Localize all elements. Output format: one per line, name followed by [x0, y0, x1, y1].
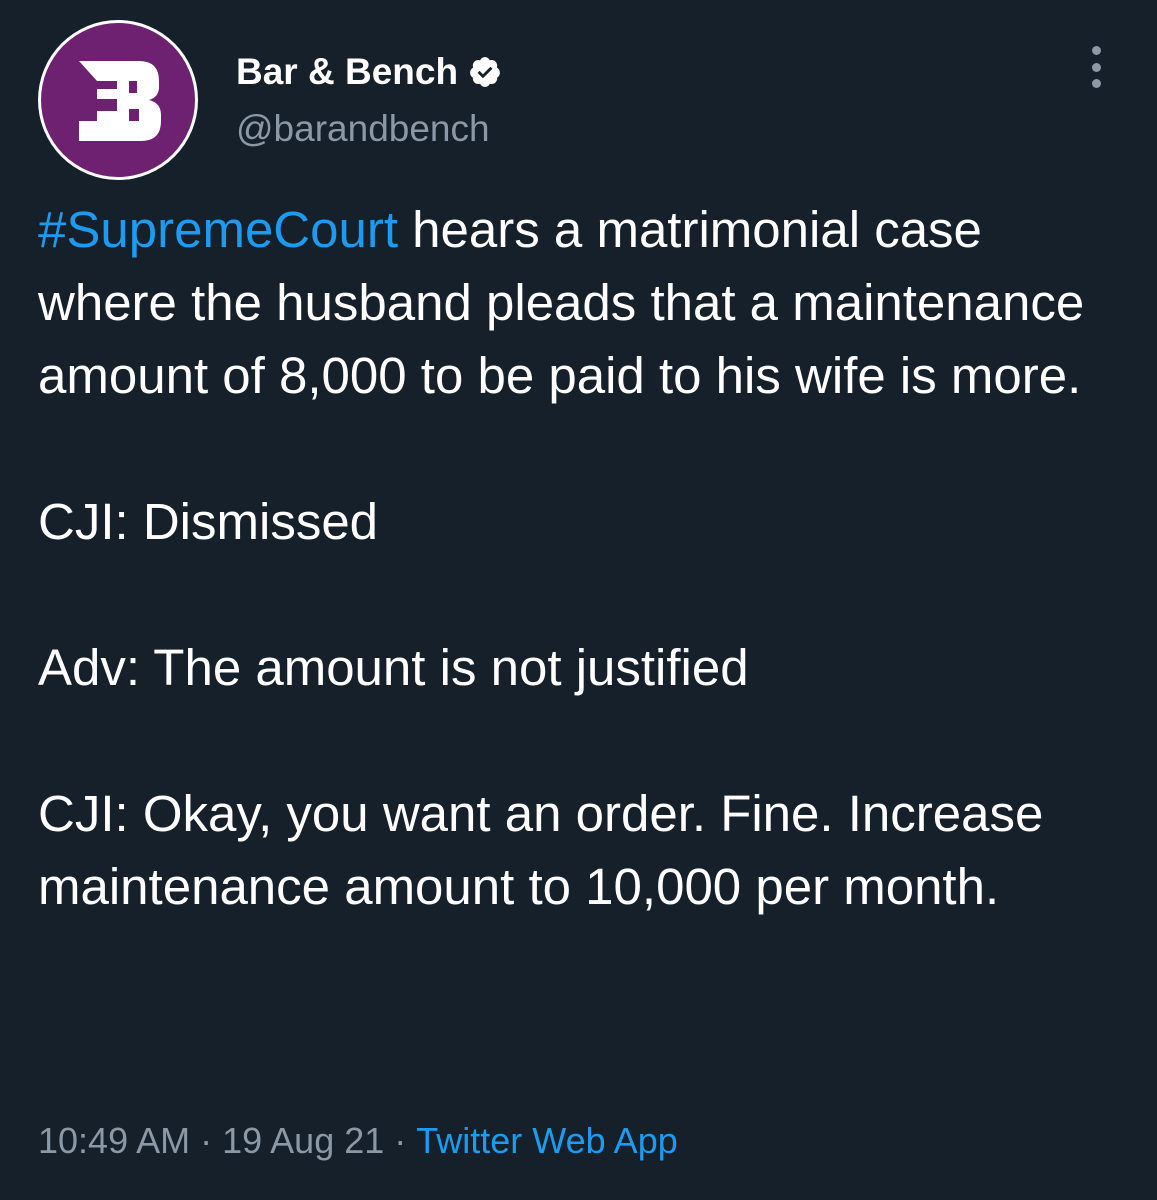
- tweet-date[interactable]: 19 Aug 21: [222, 1120, 384, 1161]
- avatar[interactable]: [38, 20, 198, 180]
- more-dot-icon: [1091, 62, 1101, 72]
- tweet-paragraph-2: CJI: Dismissed: [38, 493, 379, 550]
- meta-separator: ·: [200, 1120, 213, 1161]
- tweet-card: Bar & Bench @barandbench #SupremeCourt h…: [0, 0, 1157, 1200]
- tweet-meta: 10:49 AM · 19 Aug 21 · Twitter Web App: [38, 1120, 678, 1162]
- logo-b-icon: [79, 61, 161, 141]
- tweet-time[interactable]: 10:49 AM: [38, 1120, 190, 1161]
- verified-badge-icon: [470, 57, 500, 87]
- tweet-text: #SupremeCourt hears a matrimonial case w…: [38, 193, 1128, 923]
- hashtag-link[interactable]: #SupremeCourt: [38, 201, 398, 258]
- author-handle[interactable]: @barandbench: [236, 108, 490, 150]
- display-name[interactable]: Bar & Bench: [236, 51, 458, 93]
- more-options-button[interactable]: [1078, 42, 1114, 92]
- tweet-paragraph-4: CJI: Okay, you want an order. Fine. Incr…: [38, 785, 1044, 915]
- meta-separator: ·: [394, 1120, 407, 1161]
- avatar-logo: [41, 23, 195, 177]
- tweet-source-link[interactable]: Twitter Web App: [416, 1120, 677, 1161]
- tweet-paragraph-1: #SupremeCourt hears a matrimonial case w…: [38, 193, 1128, 412]
- more-dot-icon: [1091, 46, 1101, 55]
- tweet-paragraph-3: Adv: The amount is not justified: [38, 639, 749, 696]
- author-name-row[interactable]: Bar & Bench: [236, 50, 502, 94]
- more-dot-icon: [1091, 79, 1101, 88]
